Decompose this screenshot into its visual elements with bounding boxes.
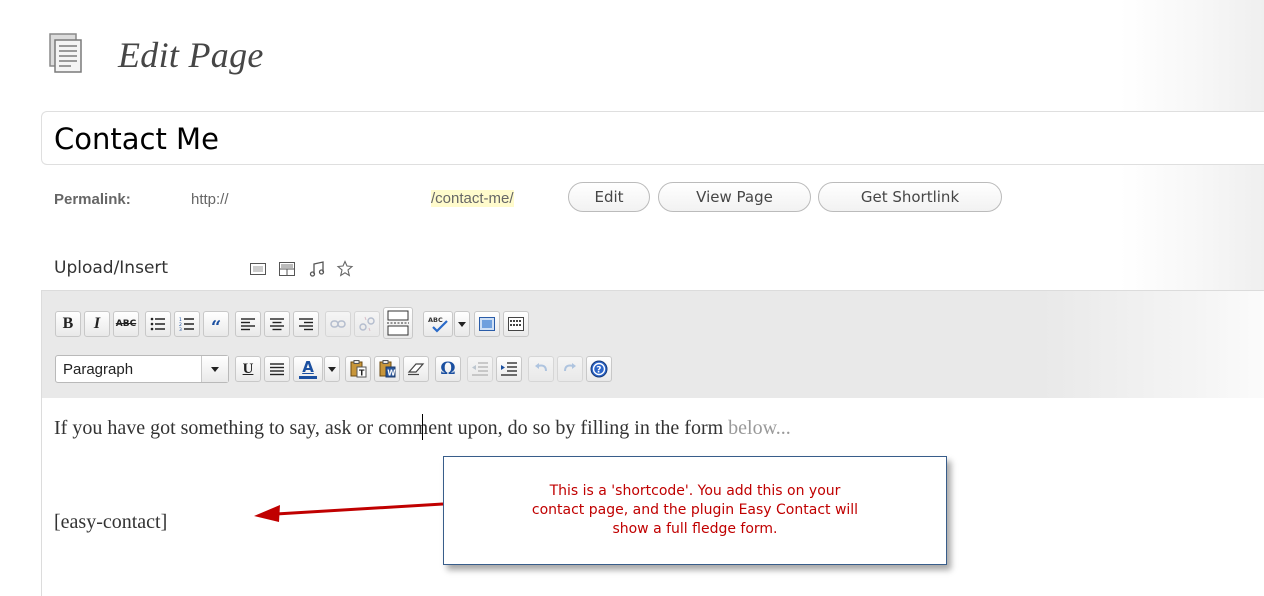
svg-text:3: 3 [179,327,182,331]
more-tag-icon[interactable] [383,307,413,339]
outdent-icon[interactable] [467,356,493,382]
add-media-icon[interactable] [336,260,354,278]
undo-icon[interactable] [528,356,554,382]
page-icon [46,32,86,76]
edit-permalink-button[interactable]: Edit [568,182,650,212]
strikethrough-icon[interactable]: ABC [113,311,139,337]
svg-text:?: ? [596,366,601,376]
post-title-value[interactable]: Contact Me [54,122,219,156]
bullet-list-icon[interactable] [145,311,171,337]
justify-icon[interactable] [264,356,290,382]
page-title: Edit Page [118,35,264,75]
paste-word-icon[interactable]: W [374,356,400,382]
svg-text:W: W [387,369,396,378]
help-icon[interactable]: ? [586,356,612,382]
italic-icon[interactable]: I [84,311,110,337]
unlink-icon[interactable] [354,311,380,337]
text-caret [422,414,423,440]
callout-line-2: contact page, and the plugin Easy Contac… [531,502,859,518]
indent-icon[interactable] [496,356,522,382]
paste-text-icon[interactable]: T [345,356,371,382]
text-color-icon[interactable]: A [293,356,323,382]
dropdown-arrow-icon[interactable] [324,356,340,382]
view-page-button[interactable]: View Page [658,182,811,212]
insert-link-icon[interactable] [325,311,351,337]
add-audio-icon[interactable] [308,260,326,278]
upload-insert-label: Upload/Insert [54,258,169,278]
clear-formatting-icon[interactable] [403,356,429,382]
shortcode-text[interactable]: [easy-contact] [54,511,167,534]
bold-icon[interactable]: B [55,311,81,337]
callout-line-3: show a full fledge form. [612,521,778,537]
fullscreen-icon[interactable] [474,311,500,337]
chevron-down-icon[interactable] [201,356,228,382]
redo-icon[interactable] [557,356,583,382]
permalink-base-url: http:// [191,191,229,208]
permalink-slug[interactable]: /contact-me/ [430,189,515,208]
special-character-icon[interactable]: Ω [435,356,461,382]
format-select-value[interactable]: Paragraph [63,361,133,378]
svg-text:ABC: ABC [428,316,443,324]
numbered-list-icon[interactable]: 123 [174,311,200,337]
post-title-input[interactable] [41,111,1264,165]
blockquote-icon[interactable]: “ [203,311,229,337]
format-select[interactable]: Paragraph [55,355,229,383]
svg-text:T: T [359,369,365,378]
underline-icon[interactable]: U [235,356,261,382]
align-left-icon[interactable] [235,311,261,337]
add-image-icon[interactable] [249,260,267,278]
dropdown-arrow-icon[interactable] [454,311,470,337]
add-gallery-icon[interactable] [278,260,296,278]
permalink-label: Permalink: [54,191,131,208]
kitchen-sink-icon[interactable] [503,311,529,337]
get-shortlink-button[interactable]: Get Shortlink [818,182,1002,212]
align-center-icon[interactable] [264,311,290,337]
callout-line-1: This is a 'shortcode'. You add this on y… [549,483,841,499]
spellcheck-icon[interactable]: ABC [423,311,453,337]
align-right-icon[interactable] [293,311,319,337]
callout-box: This is a 'shortcode'. You add this on y… [443,456,947,565]
